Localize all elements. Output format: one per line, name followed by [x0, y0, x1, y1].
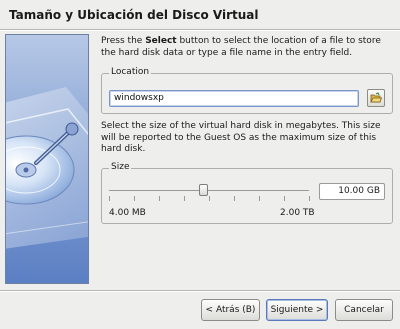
folder-open-icon — [370, 92, 382, 103]
slider-tick — [184, 196, 185, 201]
bottom-separator — [0, 290, 400, 292]
hard-disk-icon — [6, 87, 88, 249]
slider-tick — [109, 196, 110, 201]
browse-button[interactable] — [367, 89, 385, 107]
hard-disk-banner-image — [5, 34, 89, 284]
next-button[interactable]: Siguiente > — [266, 299, 328, 321]
slider-tick — [309, 196, 310, 201]
size-slider-handle[interactable] — [198, 184, 208, 196]
size-max-label: 2.00 TB — [280, 208, 315, 218]
slider-tick — [259, 196, 260, 201]
content-area: Press the Select button to select the lo… — [101, 36, 393, 59]
size-info-block: Select the size of the virtual hard disk… — [101, 121, 393, 156]
back-button[interactable]: < Atrás (B) — [201, 299, 260, 321]
size-group-label: Size — [109, 162, 132, 172]
size-group: Size 4.00 MB 2.00 TB 10.00 GB — [101, 162, 393, 224]
slider-tick — [134, 196, 135, 201]
size-slider-track[interactable] — [109, 190, 309, 191]
size-input[interactable]: 10.00 GB — [319, 183, 385, 200]
intro-text-part: Press the — [101, 36, 146, 46]
intro-text: Press the Select button to select the lo… — [101, 36, 393, 59]
location-input[interactable]: windowsxp — [109, 90, 359, 107]
location-group: Location windowsxp — [101, 67, 393, 114]
location-label: Location — [109, 67, 152, 77]
top-separator — [0, 29, 400, 31]
dialog-title: Tamaño y Ubicación del Disco Virtual — [9, 8, 259, 22]
intro-select-keyword: Select — [145, 36, 177, 46]
slider-tick — [209, 196, 210, 201]
size-info-text: Select the size of the virtual hard disk… — [101, 121, 381, 154]
size-min-label: 4.00 MB — [109, 208, 146, 218]
slider-tick — [284, 196, 285, 201]
slider-tick — [234, 196, 235, 201]
cancel-button[interactable]: Cancelar — [335, 299, 393, 321]
slider-tick — [159, 196, 160, 201]
